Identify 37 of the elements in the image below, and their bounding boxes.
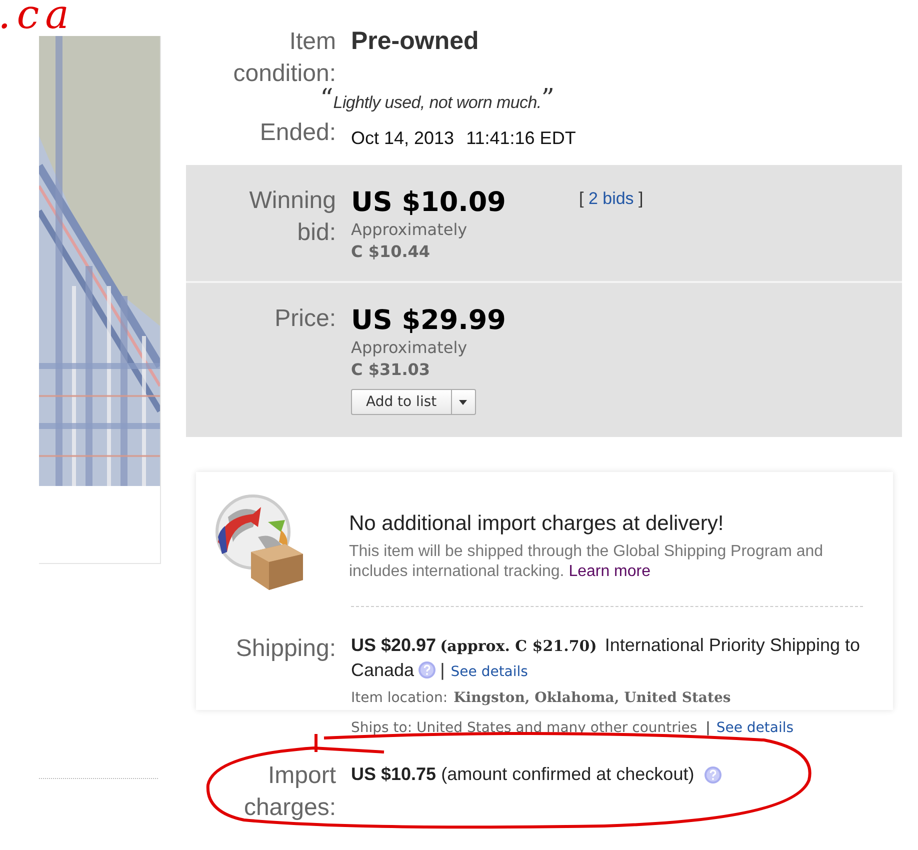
field-label: Item condition:: [232, 27, 336, 88]
field-label: Price:: [274, 304, 336, 334]
import-heading: No additional import charges at delivery!: [349, 511, 725, 537]
field-label: Shipping:: [234, 634, 336, 664]
shipping-program-text: This item will be shipped through the Global Shipping Program and includes international tracking. Learn more: [349, 542, 824, 582]
bracket: [: [578, 189, 584, 208]
learn-more-link[interactable]: Learn more: [568, 563, 651, 580]
bids-link[interactable]: 2 bids: [588, 189, 634, 208]
end-time: 11:41:16 EDT: [466, 128, 576, 148]
see-details-link[interactable]: See details: [450, 664, 528, 680]
price-amount: US $29.99: [351, 305, 506, 337]
caret-icon: [459, 400, 468, 404]
field-label: Ended:: [258, 118, 336, 148]
ships-to-text: Ships to: United States and many other countries | See details: [351, 720, 795, 736]
quote-mark: ”: [541, 86, 555, 112]
globe-parcel-icon: [213, 492, 305, 590]
seller-note: Lightly used, not worn much.: [333, 92, 542, 114]
see-details-link[interactable]: See details: [716, 720, 794, 736]
approx-amount: C $10.44: [351, 241, 432, 263]
condition-value: Pre-owned: [351, 26, 479, 56]
help-icon[interactable]: [418, 661, 436, 679]
import-charge-text: US $10.75 (amount confirmed at checkout): [351, 760, 722, 785]
end-date: Oct 14, 2013: [351, 128, 454, 148]
item-location: Item location: Kingston, Oklahoma, United States: [351, 690, 732, 706]
dropdown-button[interactable]: [452, 389, 476, 415]
shipping-cost-text: US $20.97 (approx. C $21.70) International Priority Shipping to Canada | See details: [351, 634, 861, 682]
field-label: Winning bid:: [248, 186, 336, 248]
approx-label: Approximately: [351, 219, 468, 241]
approx-label: Approximately: [351, 337, 468, 359]
handwritten-note: .ca: [0, 0, 76, 36]
quote-mark: “: [320, 86, 334, 112]
approx-amount: C $31.03: [351, 359, 432, 381]
add-to-list-button[interactable]: Add to list: [351, 389, 452, 415]
bracket: ]: [638, 189, 644, 208]
help-icon[interactable]: [704, 766, 722, 784]
bid-amount: US $10.09: [351, 187, 506, 219]
field-label: Import charges:: [242, 761, 336, 823]
